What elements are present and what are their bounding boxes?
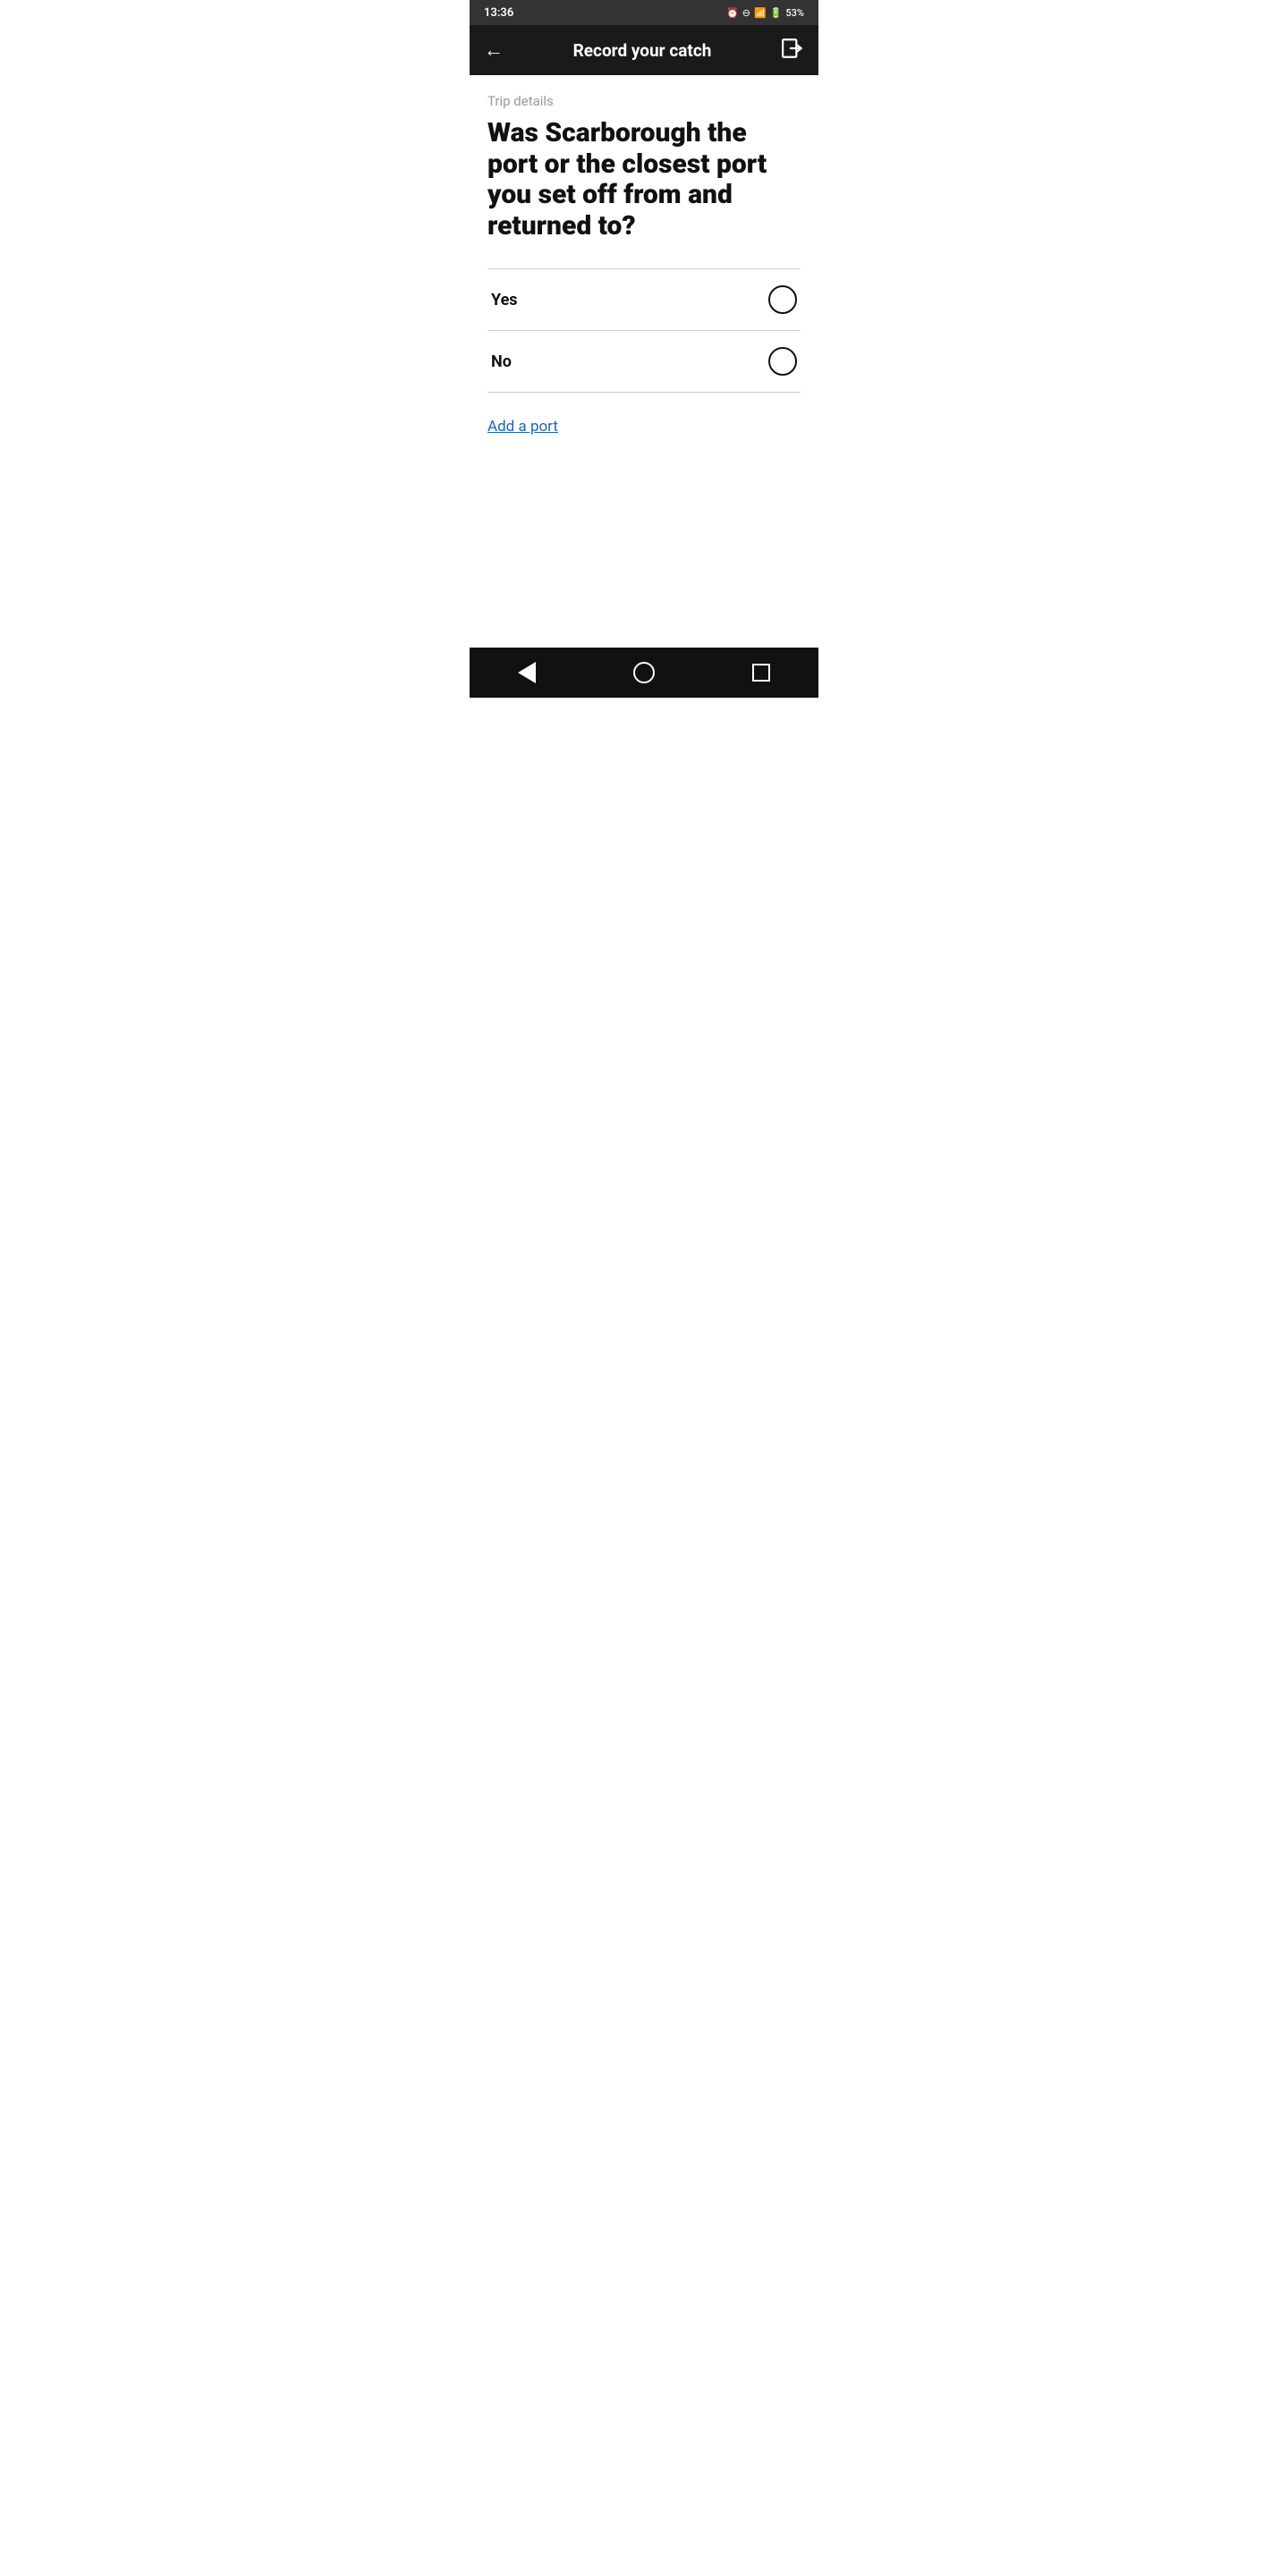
option-yes-radio[interactable] xyxy=(768,285,797,314)
minus-circle-icon: ⊖ xyxy=(742,7,750,19)
signal-icon: 📶 xyxy=(754,7,767,19)
alarm-icon: ⏰ xyxy=(726,7,739,19)
option-no[interactable]: No xyxy=(487,331,801,393)
nav-back-button[interactable] xyxy=(500,655,554,691)
section-label: Trip details xyxy=(487,93,801,109)
status-icons: ⏰ ⊖ 📶 🔋 53% xyxy=(726,7,804,19)
options-container: Yes No xyxy=(487,268,801,393)
option-no-radio[interactable] xyxy=(768,347,797,376)
nav-recent-button[interactable] xyxy=(734,657,788,689)
question-title: Was Scarborough the port or the closest … xyxy=(487,118,801,242)
exit-button[interactable] xyxy=(774,30,811,72)
nav-back-icon xyxy=(518,662,536,683)
add-port-link[interactable]: Add a port xyxy=(487,418,558,436)
main-content: Trip details Was Scarborough the port or… xyxy=(470,75,818,648)
status-time: 13:36 xyxy=(484,6,513,20)
battery-percent: 53% xyxy=(785,7,804,19)
nav-home-icon xyxy=(633,662,655,683)
battery-icon: 🔋 xyxy=(770,7,783,19)
app-bar: ← Record your catch xyxy=(470,25,818,75)
option-yes-label: Yes xyxy=(491,291,518,309)
option-yes[interactable]: Yes xyxy=(487,269,801,331)
back-button[interactable]: ← xyxy=(477,31,511,69)
status-bar: 13:36 ⏰ ⊖ 📶 🔋 53% xyxy=(470,0,818,25)
option-no-label: No xyxy=(491,352,512,371)
nav-home-button[interactable] xyxy=(615,655,673,691)
app-bar-title: Record your catch xyxy=(511,40,774,61)
bottom-nav xyxy=(470,648,818,698)
nav-recent-icon xyxy=(752,664,770,682)
